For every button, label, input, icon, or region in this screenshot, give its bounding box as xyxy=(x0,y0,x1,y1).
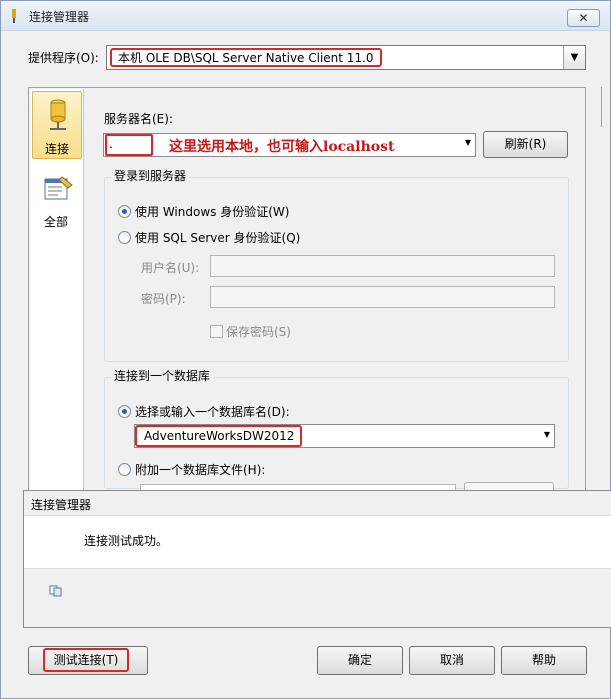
ok-button[interactable]: 确定 xyxy=(317,646,403,675)
server-name-value[interactable]: . xyxy=(105,134,153,156)
password-label: 密码(P): xyxy=(141,292,186,306)
password-field[interactable] xyxy=(210,286,555,308)
message-footer xyxy=(24,569,611,627)
windows-auth-radio[interactable] xyxy=(118,205,131,218)
app-icon xyxy=(12,9,16,23)
connection-manager-window: 连接管理器 ✕ 提供程序(O): 本机 OLE DB\SQL Server Na… xyxy=(0,0,611,699)
attach-database-radio[interactable] xyxy=(118,463,131,476)
message-title: 连接管理器 xyxy=(31,498,92,512)
database-icon xyxy=(50,99,66,130)
provider-value: 本机 OLE DB\SQL Server Native Client 11.0 xyxy=(110,48,382,67)
sql-auth-radio[interactable] xyxy=(118,231,131,244)
provider-select[interactable]: 本机 OLE DB\SQL Server Native Client 11.0 … xyxy=(106,45,586,70)
message-text: 连接测试成功。 xyxy=(84,534,169,548)
close-button[interactable]: ✕ xyxy=(567,9,600,27)
nav-item-all[interactable]: 全部 xyxy=(32,175,82,243)
server-name-label: 服务器名(E): xyxy=(104,112,173,126)
chevron-down-icon[interactable]: ▼ xyxy=(465,138,471,147)
provider-label: 提供程序(O): xyxy=(28,51,99,65)
save-password-checkbox[interactable] xyxy=(210,325,223,338)
properties-icon xyxy=(44,176,73,200)
chevron-down-icon[interactable]: ▼ xyxy=(544,430,550,439)
window-title: 连接管理器 xyxy=(29,10,90,24)
refresh-button[interactable]: 刷新(R) xyxy=(483,131,568,158)
windows-auth-label[interactable]: 使用 Windows 身份验证(W) xyxy=(135,203,289,220)
nav-connection-label: 连接 xyxy=(44,142,69,156)
help-button[interactable]: 帮助 xyxy=(501,646,587,675)
cancel-button[interactable]: 取消 xyxy=(409,646,495,675)
attach-database-label[interactable]: 附加一个数据库文件(H): xyxy=(135,461,265,478)
side-nav: 连接 全部 xyxy=(30,89,84,555)
login-group-title: 登录到服务器 xyxy=(111,167,190,184)
select-database-label[interactable]: 选择或输入一个数据库名(D): xyxy=(135,403,290,420)
test-connection-label: 测试连接(T) xyxy=(43,648,129,672)
title-bar: 连接管理器 ✕ xyxy=(1,1,610,31)
message-dialog: 连接管理器 连接测试成功。 xyxy=(23,490,611,628)
username-field[interactable] xyxy=(210,255,555,277)
copy-icon[interactable] xyxy=(49,585,63,597)
database-name-value[interactable]: AdventureWorksDW2012 xyxy=(135,425,302,447)
select-database-radio[interactable] xyxy=(118,405,131,418)
chevron-down-icon[interactable]: ▼ xyxy=(563,46,585,69)
save-password-label[interactable]: 保存密码(S) xyxy=(226,323,291,340)
background-window-edge xyxy=(601,87,611,127)
database-name-combo[interactable]: AdventureWorksDW2012 ▼ xyxy=(134,424,555,448)
username-label: 用户名(U): xyxy=(141,261,200,275)
nav-item-connection[interactable]: 连接 xyxy=(32,91,82,159)
sql-auth-label[interactable]: 使用 SQL Server 身份验证(Q) xyxy=(135,229,300,246)
server-name-combo[interactable]: . 这里选用本地，也可输入localhost ▼ xyxy=(103,133,476,157)
database-group-title: 连接到一个数据库 xyxy=(111,367,214,384)
nav-all-label: 全部 xyxy=(43,215,68,229)
message-title-bar: 连接管理器 xyxy=(24,491,611,516)
test-connection-button[interactable]: 测试连接(T) xyxy=(28,646,148,675)
server-annotation: 这里选用本地，也可输入localhost xyxy=(169,139,395,155)
